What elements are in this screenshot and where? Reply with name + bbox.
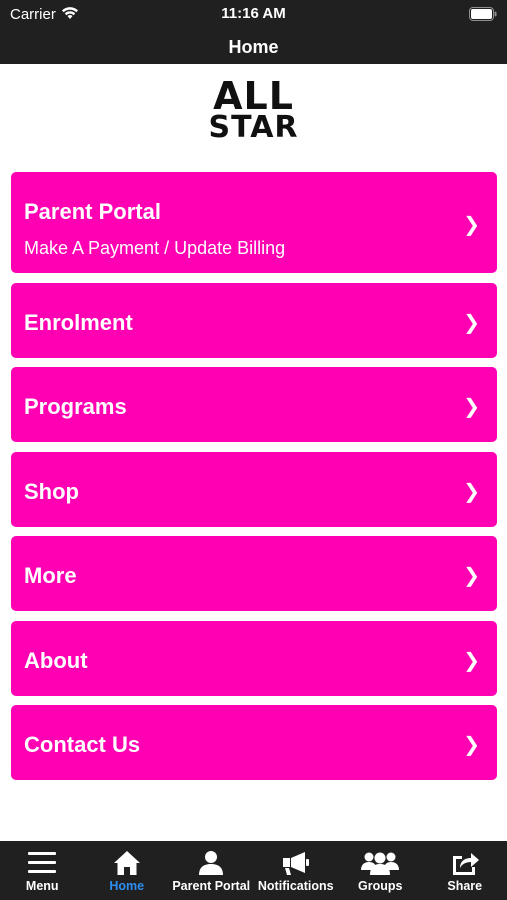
menu-item-contact-us[interactable]: Contact Us ❯: [11, 705, 497, 780]
top-bar: Carrier 11:16 AM Home: [0, 0, 507, 64]
menu-item-label: Shop: [24, 478, 79, 504]
chevron-right-icon: ❯: [463, 311, 480, 334]
menu-item-label: Enrolment: [24, 309, 133, 335]
menu-item-programs[interactable]: Programs ❯: [11, 367, 497, 442]
chevron-right-icon: ❯: [463, 396, 480, 418]
tab-label: Home: [109, 879, 145, 893]
hamburger-icon: [0, 850, 85, 878]
tab-share[interactable]: Share: [423, 841, 507, 900]
menu-item-more[interactable]: More ❯: [11, 536, 497, 611]
tab-label: Groups: [358, 879, 403, 893]
menu-item-label: Contact Us: [24, 732, 141, 757]
chevron-right-icon: ❯: [463, 480, 480, 503]
status-time: 11:16 AM: [221, 5, 286, 22]
menu-item-label: More: [24, 563, 77, 588]
home-icon: [85, 850, 170, 878]
chevron-right-icon: ❯: [463, 214, 480, 236]
tab-label: Share: [447, 879, 483, 893]
menu-item-about[interactable]: About ❯: [11, 620, 497, 696]
megaphone-icon: [254, 850, 339, 878]
tab-label: Notifications: [257, 879, 334, 893]
tab-groups[interactable]: Groups: [338, 841, 423, 900]
menu-item-enrolment[interactable]: Enrolment ❯: [11, 282, 497, 358]
tab-parent-portal[interactable]: Parent Portal: [169, 841, 254, 900]
group-icon: [338, 850, 423, 878]
menu-item-label: Programs: [24, 394, 127, 419]
menu-item-label: About: [24, 647, 88, 673]
tab-label: Parent Portal: [172, 879, 251, 893]
tab-label: Menu: [25, 879, 59, 893]
page-title: Home: [228, 37, 279, 57]
chevron-right-icon: ❯: [463, 649, 480, 672]
tab-bar: Menu Home Parent Portal Notifications Gr…: [0, 841, 507, 900]
status-bar: Carrier 11:16 AM: [0, 0, 507, 30]
logo-line-2: STAR: [208, 110, 299, 145]
tab-menu[interactable]: Menu: [0, 841, 85, 900]
chevron-right-icon: ❯: [463, 565, 480, 587]
logo-line-1: ALL: [213, 74, 294, 118]
chevron-right-icon: ❯: [463, 734, 480, 756]
menu-item-parent-portal[interactable]: Parent Portal Make A Payment / Update Bi…: [11, 172, 497, 273]
menu-item-label: Parent Portal: [24, 199, 161, 224]
menu-item-shop[interactable]: Shop ❯: [11, 451, 497, 527]
tab-home[interactable]: Home: [85, 841, 170, 900]
tab-notifications[interactable]: Notifications: [254, 841, 339, 900]
home-menu: Parent Portal Make A Payment / Update Bi…: [11, 172, 497, 790]
menu-item-sublabel: Make A Payment / Update Billing: [24, 238, 286, 258]
all-star-logo: ALL STAR: [0, 74, 507, 145]
person-icon: [169, 850, 254, 878]
share-icon: [423, 850, 507, 878]
battery-icon: [469, 7, 497, 26]
